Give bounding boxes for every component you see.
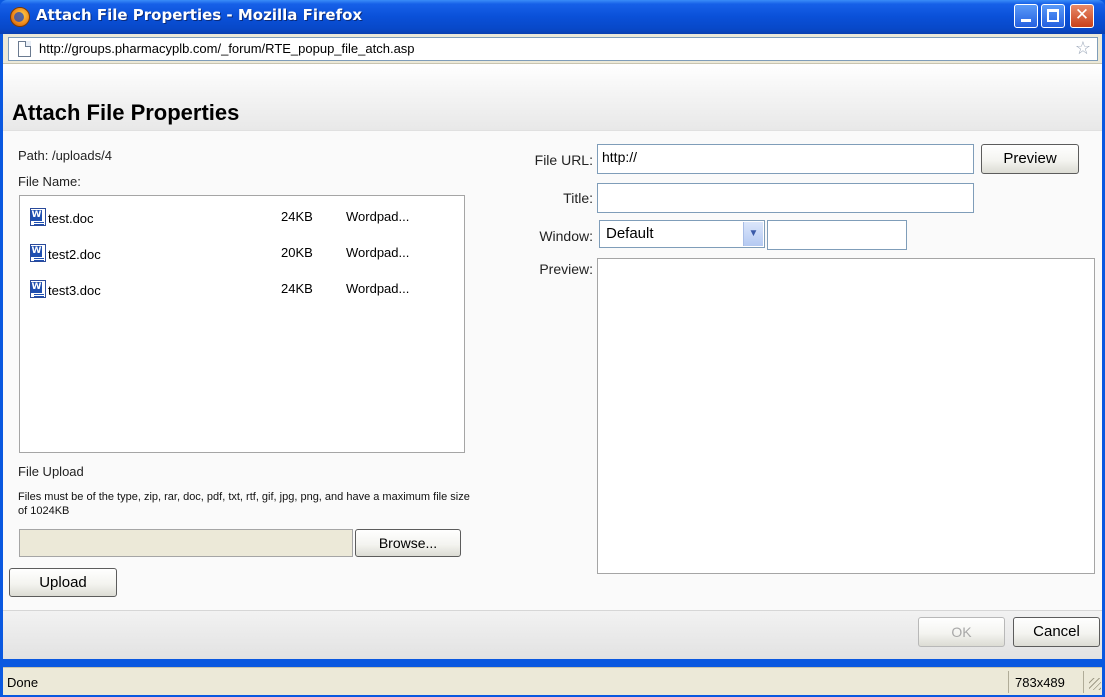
file-type: Wordpad... (346, 209, 410, 224)
file-type: Wordpad... (346, 281, 410, 296)
path-label: Path: /uploads/4 (18, 148, 112, 163)
file-name-label: File Name: (18, 174, 81, 189)
file-size: 24KB (281, 281, 313, 296)
title-label: Title: (563, 190, 593, 206)
file-name: test.doc (48, 211, 94, 226)
window-select-value: Default (606, 225, 654, 242)
status-dimensions: 783x489 (1015, 675, 1065, 690)
title-input[interactable] (597, 183, 974, 213)
file-size: 20KB (281, 245, 313, 260)
upload-file-field[interactable] (19, 529, 353, 557)
browse-button[interactable]: Browse... (355, 529, 461, 557)
status-text: Done (7, 675, 39, 690)
page-icon (18, 41, 31, 57)
file-upload-label: File Upload (18, 464, 84, 479)
word-document-icon (30, 244, 46, 262)
window-title: Attach File Properties - Mozilla Firefox (36, 6, 363, 24)
url-field[interactable]: http://groups.pharmacyplb.com/_forum/RTE… (8, 37, 1098, 61)
status-divider (1083, 671, 1084, 693)
address-bar: http://groups.pharmacyplb.com/_forum/RTE… (3, 34, 1102, 64)
file-row[interactable]: test3.doc 24KB Wordpad... (20, 276, 464, 306)
star-icon[interactable]: ☆ (1075, 38, 1091, 59)
browser-window: Attach File Properties - Mozilla Firefox… (0, 0, 1105, 697)
resize-grip-icon[interactable] (1089, 678, 1101, 690)
page-content: Attach File Properties Path: /uploads/4 … (3, 64, 1102, 659)
page-title: Attach File Properties (12, 100, 240, 125)
upload-note: Files must be of the type, zip, rar, doc… (18, 491, 470, 517)
file-row[interactable]: test.doc 24KB Wordpad... (20, 204, 464, 234)
word-document-icon (30, 208, 46, 226)
file-url-label: File URL: (534, 152, 593, 168)
cancel-button[interactable]: Cancel (1013, 617, 1100, 647)
close-icon: ✕ (1074, 5, 1090, 25)
close-window-button[interactable]: ✕ (1070, 4, 1094, 28)
status-divider (1008, 671, 1009, 693)
maximize-icon (1047, 9, 1059, 22)
window-target-input[interactable] (767, 220, 907, 250)
page-header: Attach File Properties (3, 64, 1102, 130)
firefox-icon (10, 7, 30, 27)
window-select[interactable]: Default ▼ (599, 220, 765, 248)
chevron-down-icon[interactable]: ▼ (743, 222, 763, 246)
file-row[interactable]: test2.doc 20KB Wordpad... (20, 240, 464, 270)
file-size: 24KB (281, 209, 313, 224)
dialog-footer: OK Cancel (3, 610, 1102, 659)
word-document-icon (30, 280, 46, 298)
preview-label: Preview: (539, 261, 593, 277)
file-list[interactable]: test.doc 24KB Wordpad... test2.doc 20KB … (19, 195, 465, 453)
preview-pane (597, 258, 1095, 574)
ok-button[interactable]: OK (918, 617, 1005, 647)
status-bar: Done 783x489 (3, 667, 1102, 695)
upload-button[interactable]: Upload (9, 568, 117, 597)
file-type: Wordpad... (346, 245, 410, 260)
file-name: test3.doc (48, 283, 101, 298)
dialog-body: Path: /uploads/4 File Name: test.doc 24K… (3, 130, 1102, 610)
minimize-icon (1021, 19, 1031, 22)
title-bar: Attach File Properties - Mozilla Firefox… (0, 0, 1105, 34)
file-name: test2.doc (48, 247, 101, 262)
file-url-input[interactable]: http:// (597, 144, 974, 174)
window-label: Window: (539, 228, 593, 244)
maximize-button[interactable] (1041, 4, 1065, 28)
url-text: http://groups.pharmacyplb.com/_forum/RTE… (39, 41, 415, 56)
minimize-button[interactable] (1014, 4, 1038, 28)
preview-button[interactable]: Preview (981, 144, 1079, 174)
